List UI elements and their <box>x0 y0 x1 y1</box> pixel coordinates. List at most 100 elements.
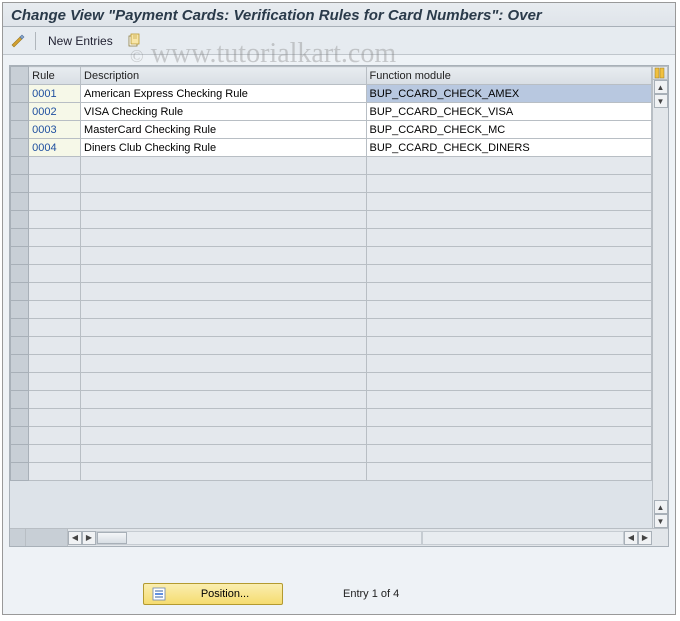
table-row <box>11 283 652 301</box>
table-row <box>11 193 652 211</box>
copy-icon[interactable] <box>125 32 143 50</box>
row-selector[interactable] <box>11 373 29 391</box>
scroll-down-icon[interactable]: ▼ <box>654 514 668 528</box>
empty-cell <box>81 157 366 175</box>
data-table: Rule Description Function module 0001Ame… <box>9 65 669 547</box>
row-selector[interactable] <box>11 247 29 265</box>
row-selector[interactable] <box>11 157 29 175</box>
row-selector[interactable] <box>11 409 29 427</box>
empty-cell <box>366 391 652 409</box>
empty-cell <box>81 373 366 391</box>
row-selector[interactable] <box>11 211 29 229</box>
table-configure-icon[interactable] <box>652 66 668 80</box>
row-selector[interactable] <box>11 85 29 103</box>
cell-rule[interactable]: 0001 <box>29 85 81 103</box>
cell-rule[interactable]: 0002 <box>29 103 81 121</box>
row-selector[interactable] <box>11 175 29 193</box>
col-header-description[interactable]: Description <box>81 67 366 85</box>
empty-cell <box>29 175 81 193</box>
empty-cell <box>366 247 652 265</box>
empty-cell <box>29 355 81 373</box>
empty-cell <box>81 283 366 301</box>
col-header-function-module[interactable]: Function module <box>366 67 652 85</box>
row-selector[interactable] <box>11 445 29 463</box>
empty-cell <box>29 391 81 409</box>
row-selector[interactable] <box>11 319 29 337</box>
cell-description[interactable]: American Express Checking Rule <box>81 85 366 103</box>
vertical-scrollbar: ▲ ▼ ▲ ▼ <box>652 80 668 528</box>
empty-cell <box>366 175 652 193</box>
cell-rule[interactable]: 0003 <box>29 121 81 139</box>
empty-cell <box>29 409 81 427</box>
row-selector[interactable] <box>11 391 29 409</box>
table-row <box>11 247 652 265</box>
row-selector[interactable] <box>11 139 29 157</box>
cell-function-module[interactable]: BUP_CCARD_CHECK_MC <box>366 121 652 139</box>
table-row <box>11 157 652 175</box>
table-row: 0003MasterCard Checking RuleBUP_CCARD_CH… <box>11 121 652 139</box>
empty-cell <box>81 463 366 481</box>
row-selector[interactable] <box>11 463 29 481</box>
new-entries-button[interactable]: New Entries <box>44 34 117 48</box>
col-header-rule[interactable]: Rule <box>29 67 81 85</box>
empty-cell <box>29 445 81 463</box>
scroll-up-small-icon[interactable]: ▲ <box>654 500 668 514</box>
empty-cell <box>81 445 366 463</box>
scroll-right-icon[interactable]: ▶ <box>638 531 652 545</box>
empty-cell <box>366 337 652 355</box>
empty-cell <box>366 355 652 373</box>
scroll-right-icon[interactable]: ▶ <box>82 531 96 545</box>
scroll-up-icon[interactable]: ▲ <box>654 80 668 94</box>
row-selector[interactable] <box>11 265 29 283</box>
empty-cell <box>29 463 81 481</box>
empty-cell <box>81 229 366 247</box>
cell-description[interactable]: MasterCard Checking Rule <box>81 121 366 139</box>
table-row <box>11 301 652 319</box>
scroll-left-icon[interactable]: ◀ <box>624 531 638 545</box>
empty-cell <box>29 319 81 337</box>
row-selector[interactable] <box>11 193 29 211</box>
row-selector[interactable] <box>11 103 29 121</box>
cell-description[interactable]: Diners Club Checking Rule <box>81 139 366 157</box>
row-selector[interactable] <box>11 337 29 355</box>
row-selector[interactable] <box>11 121 29 139</box>
empty-cell <box>81 211 366 229</box>
position-button[interactable]: Position... <box>143 583 283 605</box>
horizontal-scrollbar-func[interactable]: ◀ ▶ <box>422 529 652 546</box>
footer: Position... Entry 1 of 4 <box>3 577 675 611</box>
row-selector[interactable] <box>11 229 29 247</box>
row-selector[interactable] <box>11 301 29 319</box>
empty-cell <box>81 409 366 427</box>
empty-cell <box>81 337 366 355</box>
table-row <box>11 319 652 337</box>
cell-description[interactable]: VISA Checking Rule <box>81 103 366 121</box>
table-row: 0001American Express Checking RuleBUP_CC… <box>11 85 652 103</box>
empty-cell <box>81 265 366 283</box>
cell-function-module[interactable]: BUP_CCARD_CHECK_DINERS <box>366 139 652 157</box>
select-all-header[interactable] <box>11 67 29 85</box>
empty-cell <box>366 211 652 229</box>
table-row: 0002VISA Checking RuleBUP_CCARD_CHECK_VI… <box>11 103 652 121</box>
empty-cell <box>81 391 366 409</box>
page-title: Change View "Payment Cards: Verification… <box>3 3 675 27</box>
row-selector[interactable] <box>11 283 29 301</box>
cell-function-module[interactable]: BUP_CCARD_CHECK_AMEX <box>366 85 652 103</box>
entry-status: Entry 1 of 4 <box>343 588 399 600</box>
scrollbar-thumb[interactable] <box>97 532 127 544</box>
hscroll-pad <box>10 529 26 546</box>
cell-function-module[interactable]: BUP_CCARD_CHECK_VISA <box>366 103 652 121</box>
row-selector[interactable] <box>11 427 29 445</box>
horizontal-scrollbar-desc[interactable]: ◀ ▶ <box>68 529 422 546</box>
empty-cell <box>81 193 366 211</box>
empty-cell <box>29 193 81 211</box>
table-row <box>11 229 652 247</box>
row-selector[interactable] <box>11 355 29 373</box>
scroll-left-icon[interactable]: ◀ <box>68 531 82 545</box>
toggle-display-change-icon[interactable] <box>9 32 27 50</box>
scroll-down-small-icon[interactable]: ▼ <box>654 94 668 108</box>
position-button-label: Position... <box>174 588 276 600</box>
empty-cell <box>366 157 652 175</box>
cell-rule[interactable]: 0004 <box>29 139 81 157</box>
empty-cell <box>366 229 652 247</box>
empty-cell <box>366 373 652 391</box>
